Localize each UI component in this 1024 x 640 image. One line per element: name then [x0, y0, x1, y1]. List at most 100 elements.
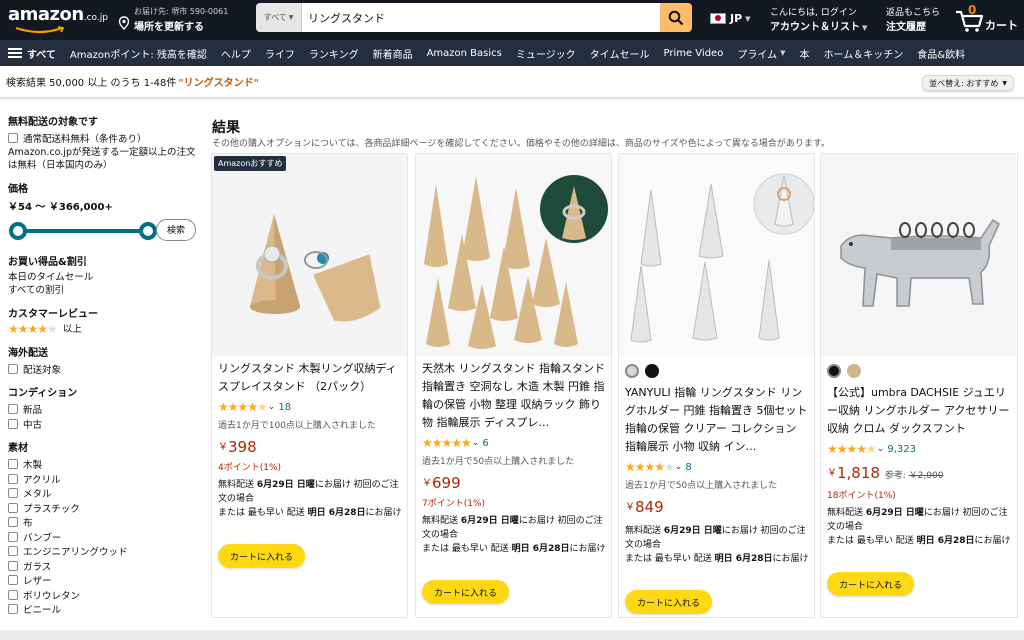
product-title[interactable]: YANYULI 指輪 リングスタンド リングホルダー 円錐 指輪置き 5個セット… — [625, 384, 809, 456]
material-checkbox[interactable]: バンブー — [8, 530, 198, 545]
reference-price-label: 参考: — [884, 471, 906, 481]
search-input[interactable] — [302, 3, 660, 32]
results-count: 検索結果 50,000 以上 のうち 1-48件 — [6, 78, 177, 89]
free-shipping-label: 通常配送料無料（条件あり） — [23, 134, 147, 146]
condition-new-checkbox[interactable]: 新品 — [8, 402, 198, 417]
checkbox-box[interactable] — [8, 531, 18, 542]
review-count: 18 — [278, 401, 292, 413]
nav-item-life[interactable]: ライフ — [265, 46, 295, 61]
overseas-checkbox[interactable]: 配送対象 — [8, 362, 198, 377]
points: 4ポイント(1%) — [218, 463, 282, 473]
add-to-cart-button[interactable]: カートに入れる — [422, 580, 510, 604]
material-checkbox[interactable]: アクリル — [8, 472, 198, 487]
search-button[interactable] — [660, 3, 692, 32]
language-selector[interactable]: JP ▼ — [710, 12, 751, 25]
nav-item-books[interactable]: 本 — [800, 46, 810, 61]
product-title[interactable]: リングスタンド 木製リング収納ディスプレイスタンド （2パック） — [218, 360, 402, 396]
nav-item-help[interactable]: ヘルプ — [221, 46, 251, 61]
checkbox-box[interactable] — [8, 459, 18, 470]
account-lists[interactable]: こんにちは, ログイン アカウント＆リスト ▼ — [770, 5, 867, 33]
checkbox-box[interactable] — [8, 589, 18, 600]
product-card[interactable]: Amazonおすすめ リングスタンド 木製リング収納ディスプレイスタンド （2パ… — [211, 153, 408, 618]
checkbox-box[interactable] — [8, 575, 18, 586]
nav-item-new[interactable]: 新着商品 — [373, 46, 413, 61]
product-image[interactable] — [416, 154, 611, 356]
nav-item-music[interactable]: ミュージック — [516, 46, 576, 61]
material-label: ビニール — [23, 605, 62, 617]
material-checkbox[interactable]: メタル — [8, 486, 198, 501]
checkbox-box[interactable] — [8, 604, 18, 615]
nav-all-menu[interactable]: すべて — [8, 46, 56, 61]
deals-heading: お買い得品&割引 — [8, 256, 87, 268]
review-filter-4stars[interactable]: ★★★★★ 以上 — [8, 322, 198, 336]
condition-used-checkbox[interactable]: 中古 — [8, 417, 198, 432]
product-card[interactable]: YANYULI 指輪 リングスタンド リングホルダー 円錐 指輪置き 5個セット… — [618, 153, 815, 618]
color-swatch-black[interactable] — [827, 364, 841, 378]
condition-used-label: 中古 — [23, 419, 43, 431]
condition-new-label: 新品 — [23, 405, 43, 417]
search-category-select[interactable]: すべて ▼ — [256, 3, 302, 32]
material-checkbox[interactable]: レザー — [8, 573, 198, 588]
free-shipping-checkbox[interactable]: 通常配送料無料（条件あり） — [8, 131, 198, 146]
material-checkbox[interactable]: ポリウレタン — [8, 588, 198, 603]
product-card[interactable]: 【公式】umbra DACHSIE ジュエリー収納 リングホルダー アクセサリー… — [820, 153, 1018, 618]
overseas-heading: 海外配送 — [8, 347, 48, 359]
cart-button[interactable]: 0 カート — [955, 3, 1021, 35]
checkbox-box[interactable] — [8, 502, 18, 513]
material-checkbox[interactable]: ガラス — [8, 559, 198, 574]
material-checkbox[interactable]: プラスチック — [8, 501, 198, 516]
nav-item-points[interactable]: Amazonポイント: 残高を確認 — [70, 46, 207, 61]
price-slider-track — [18, 228, 148, 233]
product-rating[interactable]: ★★★★★ ⌄ 9,323 — [827, 442, 916, 456]
checkbox-box[interactable] — [8, 133, 18, 144]
deal-all-discounts-link[interactable]: すべての割引 — [8, 284, 198, 297]
material-checkbox[interactable]: 木製 — [8, 457, 198, 472]
location-pin-icon — [118, 16, 130, 30]
price-max-handle[interactable] — [139, 221, 157, 240]
color-swatch-black[interactable] — [645, 364, 659, 378]
price-search-button[interactable]: 検索 — [156, 218, 196, 241]
product-title[interactable]: 天然木 リングスタンド 指輪スタンド 指輪置き 空洞なし 木造 木製 円錐 指輪… — [422, 360, 606, 432]
add-to-cart-button[interactable]: カートに入れる — [218, 544, 306, 568]
nav-item-prime[interactable]: プライム ▼ — [737, 46, 785, 61]
returns-orders[interactable]: 返品もこちら 注文履歴 — [886, 5, 940, 33]
material-checkbox[interactable]: 布 — [8, 515, 198, 530]
checkbox-box[interactable] — [8, 473, 18, 484]
nav-item-timesale[interactable]: タイムセール — [590, 46, 650, 61]
product-image[interactable] — [619, 154, 814, 356]
product-rating[interactable]: ★★★★★ ⌄ 6 — [422, 436, 489, 450]
top-header: amazon.co.jp お届け先: 堺市 590-0061 場所を更新する す… — [0, 0, 1024, 40]
fastest-delivery-date: 明日 6月28日 — [714, 554, 773, 564]
nav-item-home-kitchen[interactable]: ホーム＆キッチン — [824, 46, 904, 61]
product-image[interactable] — [821, 154, 1016, 356]
product-image[interactable]: Amazonおすすめ — [212, 154, 407, 356]
results-info-bar: 検索結果 50,000 以上 のうち 1-48件 "リングスタンド" 並べ替え:… — [0, 66, 1024, 98]
add-to-cart-button[interactable]: カートに入れる — [625, 590, 713, 614]
checkbox-box[interactable] — [8, 363, 18, 374]
product-card[interactable]: 天然木 リングスタンド 指輪スタンド 指輪置き 空洞なし 木造 木製 円錐 指輪… — [415, 153, 612, 618]
product-title[interactable]: 【公式】umbra DACHSIE ジュエリー収納 リングホルダー アクセサリー… — [827, 384, 1011, 438]
color-swatch-brass[interactable] — [847, 364, 861, 378]
checkbox-box[interactable] — [8, 404, 18, 415]
checkbox-box[interactable] — [8, 517, 18, 528]
nav-item-ranking[interactable]: ランキング — [309, 46, 359, 61]
price-min-handle[interactable] — [9, 221, 27, 240]
checkbox-box[interactable] — [8, 488, 18, 499]
nav-item-prime-video[interactable]: Prime Video — [663, 48, 723, 59]
color-swatch-clear[interactable] — [625, 364, 639, 378]
product-rating[interactable]: ★★★★★ ⌄ 18 — [218, 400, 291, 414]
sort-dropdown[interactable]: 並べ替え: おすすめ ▼ — [922, 75, 1014, 91]
add-to-cart-button[interactable]: カートに入れる — [827, 572, 915, 596]
material-checkbox[interactable]: エンジニアリングウッド — [8, 544, 198, 559]
nav-item-food[interactable]: 食品&飲料 — [917, 46, 965, 61]
nav-item-amazon-basics[interactable]: Amazon Basics — [427, 48, 502, 59]
checkbox-box[interactable] — [8, 546, 18, 557]
account-greeting: こんにちは, ログイン — [770, 8, 857, 18]
amazon-logo[interactable]: amazon.co.jp — [8, 4, 108, 34]
checkbox-box[interactable] — [8, 560, 18, 571]
results-heading: 結果 — [212, 120, 240, 136]
product-rating[interactable]: ★★★★★ ⌄ 8 — [625, 460, 692, 474]
deal-today-link[interactable]: 本日のタイムセール — [8, 271, 198, 284]
material-checkbox[interactable]: ビニール — [8, 602, 198, 617]
checkbox-box[interactable] — [8, 418, 18, 429]
